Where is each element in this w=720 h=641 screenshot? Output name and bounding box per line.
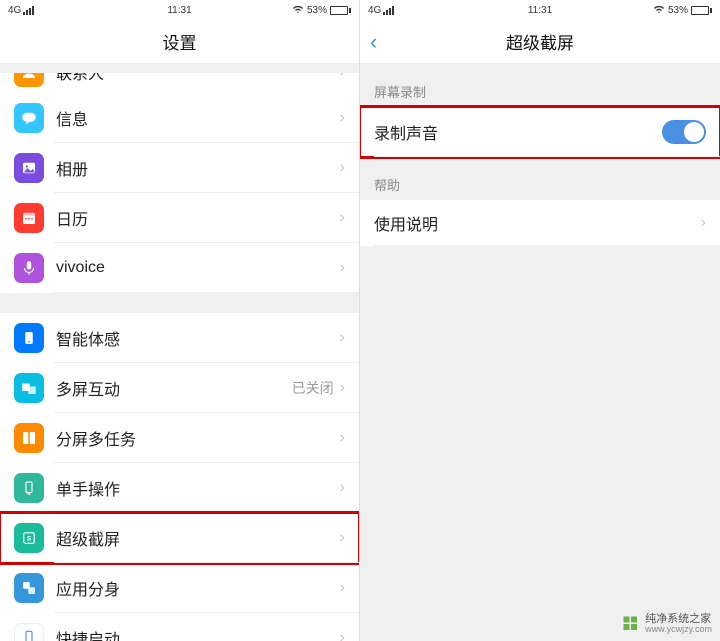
row-label: 分屏多任务 <box>56 426 340 450</box>
row-label: 信息 <box>56 106 340 130</box>
chevron-right-icon: › <box>340 209 345 227</box>
page-title: 超级截屏 <box>506 29 574 54</box>
chevron-right-icon: › <box>340 259 345 277</box>
row-label: vivoice <box>56 259 340 277</box>
settings-row-motion[interactable]: 智能体感 › <box>0 313 359 363</box>
chevron-right-icon: › <box>340 379 345 397</box>
settings-row-split[interactable]: 分屏多任务 › <box>0 413 359 463</box>
status-time: 11:31 <box>528 5 552 16</box>
mic-icon <box>14 253 44 283</box>
left-screen: 4G 11:31 53% 设置 联系人 › <box>0 0 360 641</box>
chevron-right-icon: › <box>340 159 345 177</box>
page-title: 设置 <box>163 29 197 54</box>
multiscreen-icon <box>14 373 44 403</box>
settings-row-appclone[interactable]: 应用分身 › <box>0 563 359 613</box>
photos-icon <box>14 153 44 183</box>
chevron-right-icon: › <box>340 479 345 497</box>
row-label: 智能体感 <box>56 326 340 350</box>
network-label: 4G <box>368 5 381 16</box>
chevron-right-icon: › <box>340 329 345 347</box>
row-label: 快捷启动 <box>56 626 340 641</box>
right-screen: 4G 11:31 53% ‹ 超级截屏 屏幕录制 录制声音 帮助 使用说明 › <box>360 0 720 641</box>
row-status: 已关闭 <box>292 378 334 398</box>
row-label: 录制声音 <box>374 120 662 144</box>
settings-row-quicklaunch[interactable]: 快捷启动 › <box>0 613 359 641</box>
appclone-icon <box>14 573 44 603</box>
watermark: 纯净系统之家 www.ycwjzy.com <box>622 613 712 635</box>
row-label: 使用说明 <box>374 211 701 235</box>
settings-row-photos[interactable]: 相册 › <box>0 143 359 193</box>
row-label: 联系人 <box>56 73 340 84</box>
row-label: 超级截屏 <box>56 526 340 550</box>
signal-icon <box>23 6 34 15</box>
calendar-icon <box>14 203 44 233</box>
battery-icon <box>330 6 351 15</box>
section-header-record: 屏幕录制 <box>360 64 720 107</box>
motion-icon <box>14 323 44 353</box>
settings-row-onehand[interactable]: 单手操作 › <box>0 463 359 513</box>
onehand-icon <box>14 473 44 503</box>
quicklaunch-icon <box>14 623 44 641</box>
svg-text:S: S <box>27 535 32 542</box>
chevron-right-icon: › <box>340 109 345 127</box>
chevron-right-icon: › <box>340 73 345 81</box>
battery-icon <box>691 6 712 15</box>
chevron-right-icon: › <box>340 629 345 641</box>
contacts-icon <box>14 73 44 87</box>
settings-row-vivoice[interactable]: vivoice › <box>0 243 359 293</box>
row-label: 应用分身 <box>56 576 340 600</box>
toggle-record-sound[interactable] <box>662 120 706 144</box>
nav-bar: 设置 <box>0 20 359 64</box>
settings-row-multiscreen[interactable]: 多屏互动 已关闭 › <box>0 363 359 413</box>
battery-percent: 53% <box>668 5 688 16</box>
back-button[interactable]: ‹ <box>370 29 377 55</box>
status-bar: 4G 11:31 53% <box>0 0 359 20</box>
settings-row-contacts[interactable]: 联系人 › <box>0 73 359 93</box>
settings-row-screenshot[interactable]: S 超级截屏 › <box>0 513 359 563</box>
chevron-right-icon: › <box>701 214 706 232</box>
wifi-icon <box>653 4 665 17</box>
row-label: 多屏互动 <box>56 376 292 400</box>
messages-icon <box>14 103 44 133</box>
row-label: 相册 <box>56 156 340 180</box>
status-bar: 4G 11:31 53% <box>360 0 720 20</box>
screenshot-icon: S <box>14 523 44 553</box>
network-label: 4G <box>8 5 21 16</box>
wifi-icon <box>292 4 304 17</box>
settings-row-calendar[interactable]: 日历 › <box>0 193 359 243</box>
status-time: 11:31 <box>167 5 191 16</box>
watermark-url: www.ycwjzy.com <box>645 625 712 635</box>
row-usage-info[interactable]: 使用说明 › <box>360 200 720 246</box>
split-icon <box>14 423 44 453</box>
row-record-sound[interactable]: 录制声音 <box>360 107 720 157</box>
watermark-logo-icon <box>622 615 640 633</box>
row-label: 日历 <box>56 206 340 230</box>
section-header-help: 帮助 <box>360 157 720 200</box>
signal-icon <box>383 6 394 15</box>
nav-bar: ‹ 超级截屏 <box>360 20 720 64</box>
chevron-right-icon: › <box>340 579 345 597</box>
chevron-right-icon: › <box>340 429 345 447</box>
battery-percent: 53% <box>307 5 327 16</box>
chevron-right-icon: › <box>340 529 345 547</box>
row-label: 单手操作 <box>56 476 340 500</box>
settings-row-messages[interactable]: 信息 › <box>0 93 359 143</box>
